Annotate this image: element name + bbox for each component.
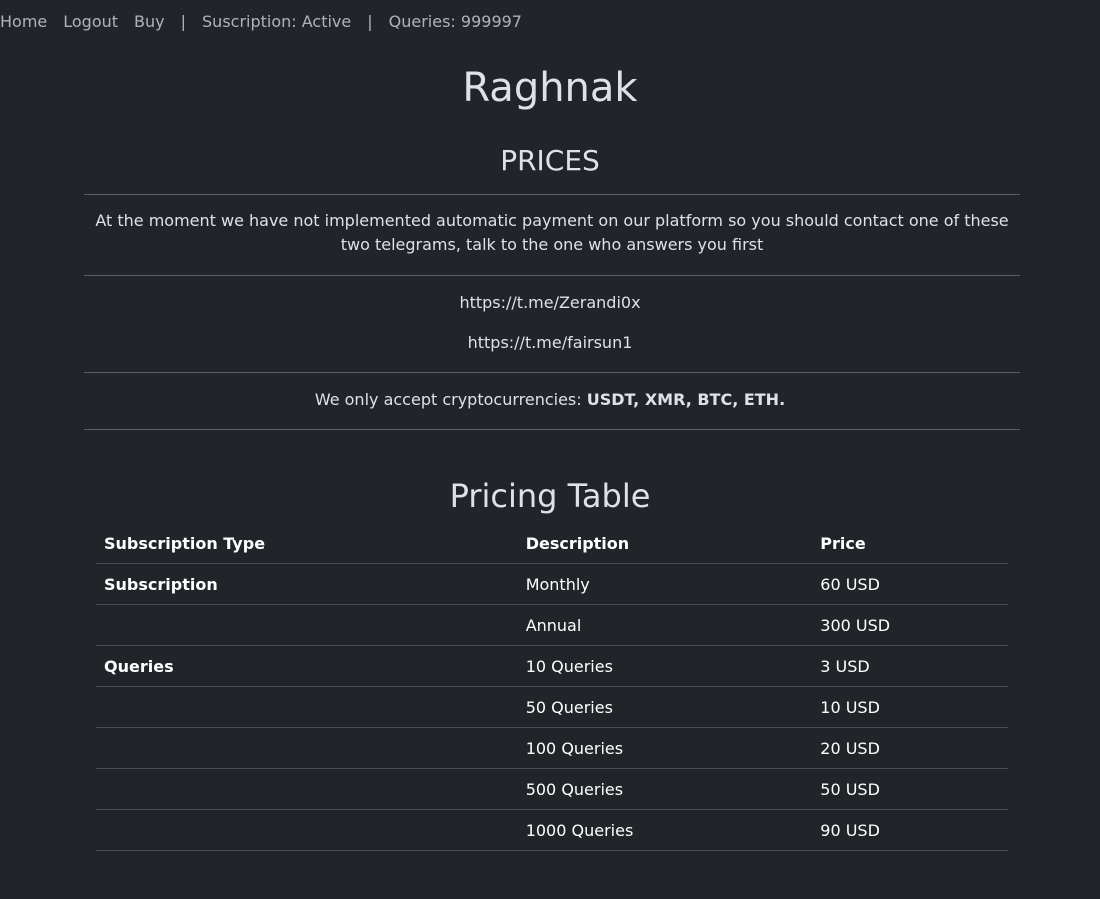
- row-type: Subscription: [96, 563, 518, 605]
- table-row: 1000 Queries 90 USD: [96, 809, 1008, 851]
- nav-separator: |: [367, 11, 373, 31]
- nav-buy-link[interactable]: Buy: [126, 12, 173, 31]
- row-description: 1000 Queries: [517, 809, 813, 851]
- row-price: 10 USD: [812, 686, 1008, 728]
- row-type: [96, 727, 518, 769]
- table-row: Queries 10 Queries 3 USD: [96, 645, 1008, 687]
- pricing-table: Subscription Type Description Price Subs…: [96, 523, 1008, 851]
- row-type: [96, 686, 518, 728]
- header-price: Price: [812, 523, 1008, 564]
- row-description: Annual: [517, 604, 813, 646]
- page-title: PRICES: [500, 144, 600, 177]
- row-price: 3 USD: [812, 645, 1008, 687]
- queries-status: Queries: 999997: [388, 11, 522, 31]
- row-price: 90 USD: [812, 809, 1008, 851]
- row-description: 50 Queries: [517, 686, 813, 728]
- divider: [84, 429, 1020, 430]
- row-type: [96, 604, 518, 646]
- header-description: Description: [517, 523, 813, 564]
- row-description: 100 Queries: [517, 727, 813, 769]
- row-price: 50 USD: [812, 768, 1008, 810]
- row-description: Monthly: [517, 563, 813, 605]
- crypto-prefix: We only accept cryptocurrencies:: [314, 390, 587, 409]
- row-type: Queries: [96, 645, 518, 687]
- site-title: Raghnak: [462, 65, 638, 111]
- row-price: 20 USD: [812, 727, 1008, 769]
- table-row: 500 Queries 50 USD: [96, 768, 1008, 810]
- divider: [84, 194, 1020, 195]
- nav-logout-link[interactable]: Logout: [55, 12, 126, 31]
- crypto-methods: USDT, XMR, BTC, ETH.: [586, 390, 786, 409]
- row-type: [96, 768, 518, 810]
- row-price: 60 USD: [812, 563, 1008, 605]
- nav-home-link[interactable]: Home: [0, 12, 55, 31]
- telegram-link-zerandi0x[interactable]: https://t.me/Zerandi0x: [0, 291, 1100, 315]
- row-description: 10 Queries: [517, 645, 813, 687]
- table-row: 50 Queries 10 USD: [96, 686, 1008, 728]
- table-row: Annual 300 USD: [96, 604, 1008, 646]
- row-description: 500 Queries: [517, 768, 813, 810]
- header-subscription-type: Subscription Type: [96, 523, 518, 564]
- pricing-table-title: Pricing Table: [449, 477, 651, 515]
- subscription-status: Suscription: Active: [202, 11, 352, 31]
- row-price: 300 USD: [812, 604, 1008, 646]
- divider: [84, 372, 1020, 373]
- accepted-crypto: We only accept cryptocurrencies: USDT, X…: [0, 388, 1100, 412]
- top-nav: Home Logout Buy | Suscription: Active | …: [0, 0, 530, 42]
- table-row: 100 Queries 20 USD: [96, 727, 1008, 769]
- table-header-row: Subscription Type Description Price: [96, 523, 1008, 564]
- divider: [84, 275, 1020, 276]
- table-row: Subscription Monthly 60 USD: [96, 563, 1008, 605]
- nav-separator: |: [180, 11, 187, 31]
- payment-notice: At the moment we have not implemented au…: [95, 211, 1009, 254]
- row-type: [96, 809, 518, 851]
- telegram-link-fairsun1[interactable]: https://t.me/fairsun1: [0, 331, 1100, 355]
